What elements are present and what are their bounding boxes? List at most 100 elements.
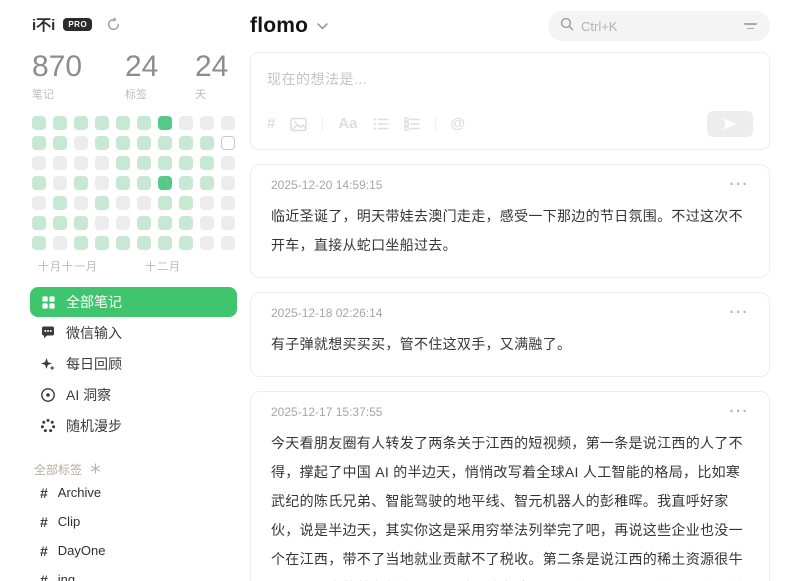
heatmap-cell[interactable] — [116, 156, 130, 170]
heatmap-cell[interactable] — [53, 116, 67, 130]
heatmap-cell[interactable] — [179, 176, 193, 190]
heatmap-cell[interactable] — [179, 116, 193, 130]
bullet-list-icon[interactable] — [373, 117, 389, 131]
heatmap-cell[interactable] — [53, 196, 67, 210]
heatmap-cell[interactable] — [95, 156, 109, 170]
tag-item-ing[interactable]: #ing — [32, 565, 236, 581]
image-icon[interactable] — [290, 117, 307, 132]
heatmap-cell[interactable] — [137, 236, 151, 250]
heatmap-cell[interactable] — [95, 196, 109, 210]
heatmap-cell[interactable] — [200, 156, 214, 170]
heatmap-cell[interactable] — [221, 136, 235, 150]
heatmap-cell[interactable] — [221, 116, 235, 130]
heatmap-cell[interactable] — [200, 136, 214, 150]
heatmap-cell[interactable] — [95, 176, 109, 190]
heatmap-cell[interactable] — [179, 136, 193, 150]
heatmap-cell[interactable] — [179, 156, 193, 170]
sidebar-item-4[interactable]: 随机漫步 — [30, 411, 236, 441]
chevron-down-icon[interactable] — [317, 23, 328, 30]
heatmap-cell[interactable] — [32, 136, 46, 150]
heatmap-cell[interactable] — [74, 156, 88, 170]
heatmap-cell[interactable] — [221, 196, 235, 210]
heatmap-cell[interactable] — [116, 216, 130, 230]
grid-icon — [40, 294, 56, 310]
month-label-dec: 十二月 — [145, 258, 181, 274]
heatmap-cell[interactable] — [53, 156, 67, 170]
heatmap-cell[interactable] — [32, 156, 46, 170]
heatmap-cell[interactable] — [158, 216, 172, 230]
heatmap-cell[interactable] — [53, 136, 67, 150]
heatmap-cell[interactable] — [158, 196, 172, 210]
heatmap-cell[interactable] — [95, 216, 109, 230]
tags-settings-icon[interactable] — [90, 463, 101, 477]
heatmap-cell[interactable] — [74, 116, 88, 130]
heatmap-cell[interactable] — [53, 176, 67, 190]
heatmap-cell[interactable] — [32, 216, 46, 230]
heatmap-cell[interactable] — [74, 236, 88, 250]
heatmap-cell[interactable] — [74, 176, 88, 190]
stat-tags-label: 标签 — [125, 86, 195, 102]
search-input[interactable]: Ctrl+K — [548, 11, 770, 41]
heatmap-cell[interactable] — [95, 236, 109, 250]
heatmap-cell[interactable] — [53, 216, 67, 230]
stat-notes-value: 870 — [32, 51, 125, 83]
heatmap-cell[interactable] — [200, 196, 214, 210]
heatmap-cell[interactable] — [137, 116, 151, 130]
heatmap-cell[interactable] — [221, 236, 235, 250]
text-style-icon[interactable]: Aa — [338, 116, 357, 132]
heatmap-cell[interactable] — [179, 236, 193, 250]
heatmap-cell[interactable] — [200, 216, 214, 230]
heatmap-cell[interactable] — [137, 156, 151, 170]
heatmap-cell[interactable] — [116, 236, 130, 250]
heatmap-cell[interactable] — [116, 176, 130, 190]
heatmap-cell[interactable] — [74, 196, 88, 210]
heatmap-cell[interactable] — [158, 156, 172, 170]
heatmap-cell[interactable] — [137, 176, 151, 190]
heatmap-cell[interactable] — [200, 236, 214, 250]
tag-item-archive[interactable]: #Archive — [32, 478, 236, 507]
heatmap-cell[interactable] — [74, 216, 88, 230]
check-list-icon[interactable] — [404, 117, 420, 131]
heatmap-cell[interactable] — [158, 136, 172, 150]
tag-item-dayone[interactable]: #DayOne — [32, 536, 236, 565]
memo-timestamp: 2025-12-17 15:37:55 — [271, 405, 382, 419]
memo-editor[interactable]: 现在的想法是... #Aa@ — [250, 52, 770, 150]
heatmap-cell[interactable] — [116, 116, 130, 130]
tag-icon[interactable]: # — [267, 116, 275, 132]
heatmap-cell[interactable] — [74, 136, 88, 150]
heatmap-cell[interactable] — [179, 216, 193, 230]
heatmap-cell[interactable] — [137, 196, 151, 210]
heatmap-cell[interactable] — [221, 216, 235, 230]
heatmap-cell[interactable] — [221, 156, 235, 170]
filter-icon[interactable] — [742, 23, 758, 29]
tag-item-clip[interactable]: #Clip — [32, 507, 236, 536]
heatmap-cell[interactable] — [200, 176, 214, 190]
sidebar-item-1[interactable]: 微信输入 — [30, 318, 236, 348]
heatmap-cell[interactable] — [158, 236, 172, 250]
more-options-icon[interactable]: ··· — [730, 407, 750, 417]
heatmap-cell[interactable] — [116, 136, 130, 150]
sync-icon[interactable] — [106, 17, 121, 32]
heatmap-cell[interactable] — [32, 176, 46, 190]
heatmap-cell[interactable] — [221, 176, 235, 190]
heatmap-cell[interactable] — [179, 196, 193, 210]
heatmap-cell[interactable] — [32, 236, 46, 250]
sidebar-item-2[interactable]: 每日回顾 — [30, 349, 236, 379]
heatmap-cell[interactable] — [32, 196, 46, 210]
sidebar-item-0[interactable]: 全部笔记 — [30, 287, 237, 317]
heatmap-cell[interactable] — [137, 136, 151, 150]
more-options-icon[interactable]: ··· — [730, 308, 750, 318]
more-options-icon[interactable]: ··· — [730, 180, 750, 190]
heatmap-cell[interactable] — [95, 136, 109, 150]
heatmap-cell[interactable] — [137, 216, 151, 230]
heatmap-cell[interactable] — [200, 116, 214, 130]
heatmap-cell[interactable] — [53, 236, 67, 250]
heatmap-cell[interactable] — [158, 116, 172, 130]
send-button[interactable] — [707, 111, 753, 137]
sidebar-item-3[interactable]: AI 洞察 — [30, 380, 236, 410]
heatmap-cell[interactable] — [95, 116, 109, 130]
heatmap-cell[interactable] — [32, 116, 46, 130]
heatmap-cell[interactable] — [116, 196, 130, 210]
heatmap-cell[interactable] — [158, 176, 172, 190]
mention-icon[interactable]: @ — [451, 116, 466, 132]
